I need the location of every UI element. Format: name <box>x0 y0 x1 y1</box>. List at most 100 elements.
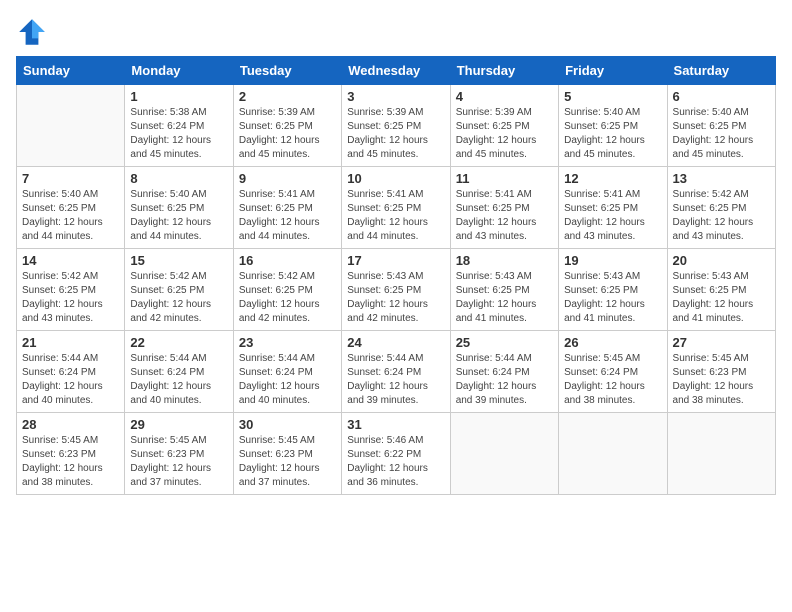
page-header <box>16 16 776 48</box>
logo <box>16 16 52 48</box>
calendar-cell <box>17 85 125 167</box>
calendar-week-row: 1 Sunrise: 5:38 AM Sunset: 6:24 PM Daylig… <box>17 85 776 167</box>
day-number: 17 <box>347 253 444 268</box>
calendar-cell: 13 Sunrise: 5:42 AM Sunset: 6:25 PM Dayli… <box>667 167 775 249</box>
day-info: Sunrise: 5:39 AM Sunset: 6:25 PM Dayligh… <box>239 106 336 162</box>
day-number: 13 <box>673 171 770 186</box>
calendar-cell: 11 Sunrise: 5:41 AM Sunset: 6:25 PM Dayli… <box>450 167 558 249</box>
day-info: Sunrise: 5:42 AM Sunset: 6:25 PM Dayligh… <box>239 270 336 326</box>
day-info: Sunrise: 5:43 AM Sunset: 6:25 PM Dayligh… <box>456 270 553 326</box>
day-number: 5 <box>564 89 661 104</box>
calendar-week-row: 21 Sunrise: 5:44 AM Sunset: 6:24 PM Dayli… <box>17 331 776 413</box>
day-number: 1 <box>130 89 227 104</box>
calendar-header-friday: Friday <box>559 57 667 85</box>
day-info: Sunrise: 5:41 AM Sunset: 6:25 PM Dayligh… <box>239 188 336 244</box>
calendar-week-row: 28 Sunrise: 5:45 AM Sunset: 6:23 PM Dayli… <box>17 413 776 495</box>
day-number: 30 <box>239 417 336 432</box>
day-info: Sunrise: 5:39 AM Sunset: 6:25 PM Dayligh… <box>347 106 444 162</box>
calendar-cell: 18 Sunrise: 5:43 AM Sunset: 6:25 PM Dayli… <box>450 249 558 331</box>
logo-icon <box>16 16 48 48</box>
day-info: Sunrise: 5:43 AM Sunset: 6:25 PM Dayligh… <box>673 270 770 326</box>
calendar-header-saturday: Saturday <box>667 57 775 85</box>
calendar-header-thursday: Thursday <box>450 57 558 85</box>
calendar-cell: 14 Sunrise: 5:42 AM Sunset: 6:25 PM Dayli… <box>17 249 125 331</box>
calendar-header-monday: Monday <box>125 57 233 85</box>
calendar-cell: 2 Sunrise: 5:39 AM Sunset: 6:25 PM Daylig… <box>233 85 341 167</box>
calendar-cell: 6Sunrise: 5:40 AM Sunset: 6:25 PM Daylig… <box>667 85 775 167</box>
day-info: Sunrise: 5:41 AM Sunset: 6:25 PM Dayligh… <box>564 188 661 244</box>
day-number: 11 <box>456 171 553 186</box>
day-info: Sunrise: 5:41 AM Sunset: 6:25 PM Dayligh… <box>456 188 553 244</box>
day-info: Sunrise: 5:44 AM Sunset: 6:24 PM Dayligh… <box>22 352 119 408</box>
calendar-cell: 4 Sunrise: 5:39 AM Sunset: 6:25 PM Daylig… <box>450 85 558 167</box>
day-info: Sunrise: 5:42 AM Sunset: 6:25 PM Dayligh… <box>673 188 770 244</box>
day-info: Sunrise: 5:39 AM Sunset: 6:25 PM Dayligh… <box>456 106 553 162</box>
day-number: 3 <box>347 89 444 104</box>
day-info: Sunrise: 5:40 AM Sunset: 6:25 PM Dayligh… <box>673 106 770 162</box>
day-number: 28 <box>22 417 119 432</box>
calendar-cell: 31 Sunrise: 5:46 AM Sunset: 6:22 PM Dayli… <box>342 413 450 495</box>
calendar-cell: 22 Sunrise: 5:44 AM Sunset: 6:24 PM Dayli… <box>125 331 233 413</box>
day-number: 26 <box>564 335 661 350</box>
calendar-cell: 24Sunrise: 5:44 AM Sunset: 6:24 PM Dayli… <box>342 331 450 413</box>
day-info: Sunrise: 5:45 AM Sunset: 6:23 PM Dayligh… <box>239 434 336 490</box>
day-number: 15 <box>130 253 227 268</box>
day-info: Sunrise: 5:45 AM Sunset: 6:24 PM Dayligh… <box>564 352 661 408</box>
calendar-header-row: SundayMondayTuesdayWednesdayThursdayFrid… <box>17 57 776 85</box>
calendar-week-row: 14 Sunrise: 5:42 AM Sunset: 6:25 PM Dayli… <box>17 249 776 331</box>
calendar-cell: 17 Sunrise: 5:43 AM Sunset: 6:25 PM Dayli… <box>342 249 450 331</box>
day-number: 7 <box>22 171 119 186</box>
day-info: Sunrise: 5:44 AM Sunset: 6:24 PM Dayligh… <box>130 352 227 408</box>
day-info: Sunrise: 5:43 AM Sunset: 6:25 PM Dayligh… <box>347 270 444 326</box>
day-number: 14 <box>22 253 119 268</box>
calendar-cell: 19 Sunrise: 5:43 AM Sunset: 6:25 PM Dayli… <box>559 249 667 331</box>
calendar-cell: 25 Sunrise: 5:44 AM Sunset: 6:24 PM Dayli… <box>450 331 558 413</box>
calendar-cell: 12Sunrise: 5:41 AM Sunset: 6:25 PM Dayli… <box>559 167 667 249</box>
calendar-cell: 29 Sunrise: 5:45 AM Sunset: 6:23 PM Dayli… <box>125 413 233 495</box>
calendar-week-row: 7 Sunrise: 5:40 AM Sunset: 6:25 PM Daylig… <box>17 167 776 249</box>
calendar-cell: 21 Sunrise: 5:44 AM Sunset: 6:24 PM Dayli… <box>17 331 125 413</box>
calendar-cell: 10 Sunrise: 5:41 AM Sunset: 6:25 PM Dayli… <box>342 167 450 249</box>
day-number: 27 <box>673 335 770 350</box>
day-number: 25 <box>456 335 553 350</box>
day-number: 16 <box>239 253 336 268</box>
calendar-cell: 26 Sunrise: 5:45 AM Sunset: 6:24 PM Dayli… <box>559 331 667 413</box>
calendar-cell: 9Sunrise: 5:41 AM Sunset: 6:25 PM Daylig… <box>233 167 341 249</box>
day-number: 29 <box>130 417 227 432</box>
calendar-header-wednesday: Wednesday <box>342 57 450 85</box>
day-number: 31 <box>347 417 444 432</box>
calendar-cell: 1 Sunrise: 5:38 AM Sunset: 6:24 PM Daylig… <box>125 85 233 167</box>
calendar-cell <box>450 413 558 495</box>
day-info: Sunrise: 5:40 AM Sunset: 6:25 PM Dayligh… <box>22 188 119 244</box>
day-number: 19 <box>564 253 661 268</box>
day-info: Sunrise: 5:45 AM Sunset: 6:23 PM Dayligh… <box>22 434 119 490</box>
calendar-header-tuesday: Tuesday <box>233 57 341 85</box>
calendar-cell: 20 Sunrise: 5:43 AM Sunset: 6:25 PM Dayli… <box>667 249 775 331</box>
day-info: Sunrise: 5:46 AM Sunset: 6:22 PM Dayligh… <box>347 434 444 490</box>
day-number: 24 <box>347 335 444 350</box>
day-info: Sunrise: 5:38 AM Sunset: 6:24 PM Dayligh… <box>130 106 227 162</box>
day-info: Sunrise: 5:40 AM Sunset: 6:25 PM Dayligh… <box>130 188 227 244</box>
day-info: Sunrise: 5:45 AM Sunset: 6:23 PM Dayligh… <box>130 434 227 490</box>
calendar-cell: 8 Sunrise: 5:40 AM Sunset: 6:25 PM Daylig… <box>125 167 233 249</box>
day-number: 2 <box>239 89 336 104</box>
day-number: 10 <box>347 171 444 186</box>
calendar-cell: 15 Sunrise: 5:42 AM Sunset: 6:25 PM Dayli… <box>125 249 233 331</box>
day-number: 20 <box>673 253 770 268</box>
day-info: Sunrise: 5:44 AM Sunset: 6:24 PM Dayligh… <box>456 352 553 408</box>
day-number: 22 <box>130 335 227 350</box>
day-info: Sunrise: 5:42 AM Sunset: 6:25 PM Dayligh… <box>22 270 119 326</box>
day-number: 18 <box>456 253 553 268</box>
day-info: Sunrise: 5:41 AM Sunset: 6:25 PM Dayligh… <box>347 188 444 244</box>
day-info: Sunrise: 5:44 AM Sunset: 6:24 PM Dayligh… <box>239 352 336 408</box>
day-number: 21 <box>22 335 119 350</box>
day-number: 8 <box>130 171 227 186</box>
day-info: Sunrise: 5:43 AM Sunset: 6:25 PM Dayligh… <box>564 270 661 326</box>
day-info: Sunrise: 5:42 AM Sunset: 6:25 PM Dayligh… <box>130 270 227 326</box>
calendar-cell <box>559 413 667 495</box>
day-info: Sunrise: 5:45 AM Sunset: 6:23 PM Dayligh… <box>673 352 770 408</box>
calendar-cell: 5Sunrise: 5:40 AM Sunset: 6:25 PM Daylig… <box>559 85 667 167</box>
calendar-cell: 28 Sunrise: 5:45 AM Sunset: 6:23 PM Dayli… <box>17 413 125 495</box>
day-number: 23 <box>239 335 336 350</box>
day-number: 4 <box>456 89 553 104</box>
